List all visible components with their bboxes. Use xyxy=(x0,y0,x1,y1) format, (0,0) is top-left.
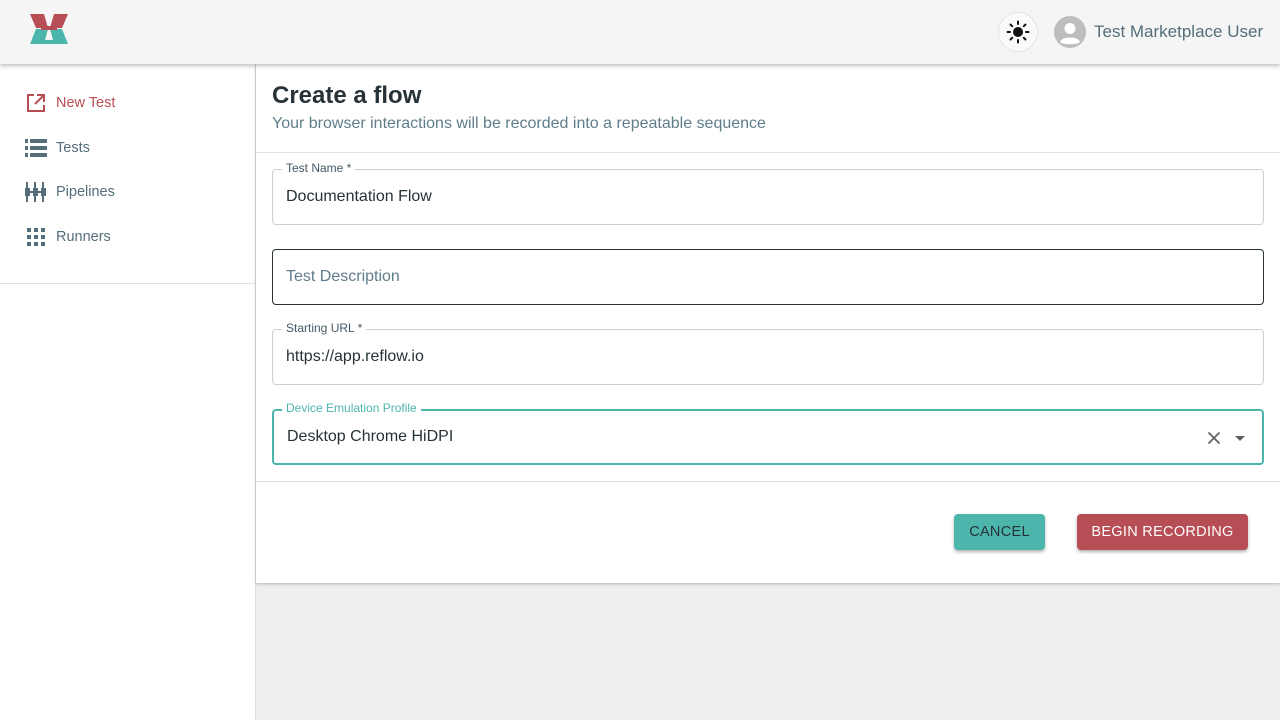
footer-divider xyxy=(256,481,1280,482)
starting-url-input[interactable]: https://app.reflow.io xyxy=(286,348,424,366)
create-flow-card: Create a flow Your browser interactions … xyxy=(256,64,1280,583)
sidebar-item-tests[interactable]: Tests xyxy=(0,128,255,168)
top-app-bar: Test Marketplace User xyxy=(0,0,1280,64)
sidebar-item-label: Tests xyxy=(56,140,90,156)
theme-toggle-button[interactable] xyxy=(998,12,1038,52)
test-description-input[interactable]: Test Description xyxy=(286,268,400,286)
cancel-button[interactable]: CANCEL xyxy=(954,514,1045,550)
begin-recording-button[interactable]: BEGIN RECORDING xyxy=(1077,514,1248,550)
grid-icon xyxy=(24,227,48,247)
reflow-logo-icon[interactable] xyxy=(26,12,72,46)
test-description-field[interactable]: Test Description xyxy=(272,249,1264,305)
sidebar-divider xyxy=(0,283,255,284)
page-subtitle: Your browser interactions will be record… xyxy=(272,115,766,132)
device-emulation-profile-select[interactable]: Device Emulation Profile Desktop Chrome … xyxy=(272,401,1264,465)
starting-url-field[interactable]: Starting URL * https://app.reflow.io xyxy=(272,321,1264,385)
sidebar-item-pipelines[interactable]: Pipelines xyxy=(0,172,255,212)
starting-url-label: Starting URL * xyxy=(282,321,367,335)
sidebar: New Test Tests Pipelines Runners xyxy=(0,64,256,720)
test-name-field[interactable]: Test Name * Documentation Flow xyxy=(272,161,1264,225)
user-name[interactable]: Test Marketplace User xyxy=(1094,22,1263,42)
sidebar-item-label: Pipelines xyxy=(56,184,115,200)
sidebar-item-label: Runners xyxy=(56,229,111,245)
pipeline-icon xyxy=(24,182,48,202)
sidebar-item-new-test[interactable]: New Test xyxy=(0,83,255,123)
open-in-new-icon xyxy=(24,93,48,113)
device-emulation-profile-value[interactable]: Desktop Chrome HiDPI xyxy=(287,428,453,446)
test-name-label: Test Name * xyxy=(282,161,356,175)
header-divider xyxy=(256,152,1280,153)
sidebar-item-label: New Test xyxy=(56,95,116,111)
device-emulation-profile-label: Device Emulation Profile xyxy=(282,401,421,415)
sun-icon xyxy=(1006,20,1030,44)
chevron-down-icon[interactable] xyxy=(1230,428,1250,448)
list-icon xyxy=(24,138,48,158)
page-title: Create a flow xyxy=(272,82,422,109)
test-name-input[interactable]: Documentation Flow xyxy=(286,188,432,206)
close-icon[interactable] xyxy=(1204,428,1224,448)
account-circle-icon[interactable] xyxy=(1054,16,1086,48)
sidebar-item-runners[interactable]: Runners xyxy=(0,217,255,257)
